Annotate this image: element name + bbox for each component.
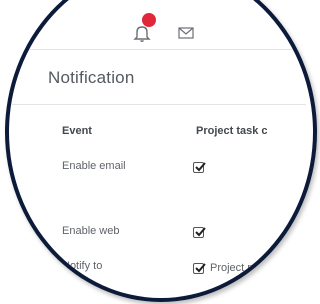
mail-icon[interactable] [178, 26, 194, 40]
notify-project-manager-option: Project ma [193, 262, 263, 274]
enable-web-checkbox[interactable] [193, 227, 206, 238]
column-header-event: Event [62, 125, 92, 137]
enable-email-option [193, 162, 206, 173]
notify-primary-option: Prim [193, 293, 233, 302]
row-label-notify-to: Notify to [62, 260, 103, 272]
magnifier-lens: Notification Event Project task c Enable… [5, 0, 317, 302]
section-title: Notification [48, 68, 135, 87]
notification-badge [142, 13, 156, 27]
title-divider [9, 104, 306, 105]
topbar-icons [132, 13, 194, 44]
notify-project-manager-label: Project ma [210, 262, 263, 274]
row-label-enable-web: Enable web [62, 225, 120, 237]
notify-project-manager-checkbox[interactable] [193, 262, 206, 274]
bell-icon[interactable] [132, 13, 156, 43]
enable-email-checkbox[interactable] [193, 162, 206, 173]
enable-web-option [193, 227, 206, 238]
magnifier-stage: Notification Event Project task c Enable… [0, 0, 317, 304]
notify-primary-label: Prim [210, 293, 233, 302]
column-header-project-task: Project task c [196, 125, 268, 137]
header-divider [9, 49, 306, 50]
row-label-enable-email: Enable email [62, 160, 126, 172]
settings-panel: Notification Event Project task c Enable… [9, 4, 306, 302]
notify-primary-checkbox[interactable] [193, 293, 206, 298]
